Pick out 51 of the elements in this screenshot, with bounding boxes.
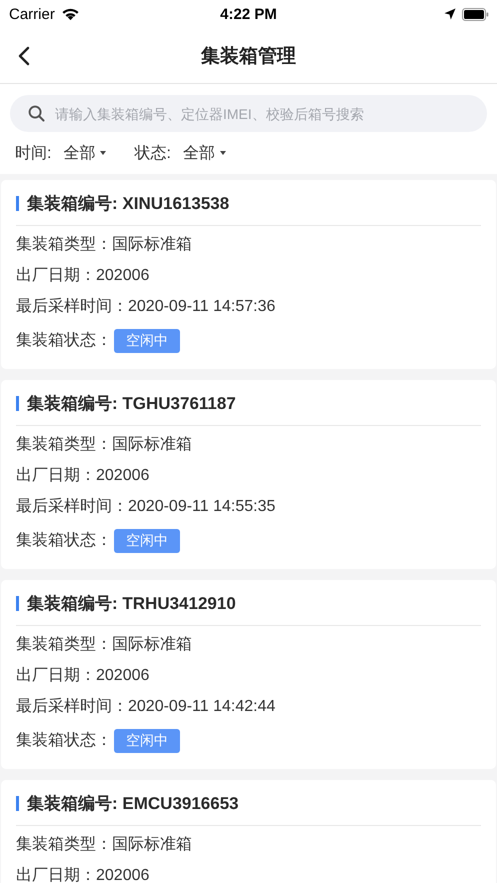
- accent-bar: [16, 196, 19, 211]
- field-value: 2020-09-11 14:55:35: [128, 498, 276, 516]
- field-label: 集装箱状态：: [16, 530, 112, 551]
- filter-dropdown[interactable]: 全部: [63, 142, 106, 164]
- field-value: 202006: [96, 666, 150, 684]
- filter-label: 状态:: [134, 144, 171, 164]
- clock-time: 4:22 PM: [219, 6, 278, 22]
- field-label: 集装箱类型：: [16, 234, 112, 255]
- field-label: 最后采样时间：: [16, 696, 128, 717]
- field-value: 202006: [96, 266, 150, 284]
- accent-bar: [16, 796, 19, 811]
- field-label: 出厂日期：: [16, 266, 96, 286]
- accent-bar: [16, 396, 19, 411]
- field-value: 202006: [96, 866, 150, 883]
- field-label: 出厂日期：: [16, 666, 96, 686]
- container-card[interactable]: 集装箱编号: XINU1613538 集装箱类型：国际标准箱 出厂日期：202006 最后采样时间：2020-09-11 14:57:36 集装箱状态： 空闲中: [1, 180, 496, 369]
- status-tag: 空闲中: [114, 328, 180, 352]
- field-value: 2020-09-11 14:42:44: [128, 698, 276, 716]
- field-label: 集装箱状态：: [16, 730, 112, 751]
- field-label: 出厂日期：: [16, 866, 96, 883]
- field-label: 出厂日期：: [16, 466, 96, 486]
- field-value: 国际标准箱: [112, 435, 192, 455]
- field-label: 集装箱类型：: [16, 634, 112, 655]
- search-field[interactable]: 请输入集装箱编号、定位器IMEI、校验后箱号搜索: [10, 95, 487, 132]
- filter-dropdown[interactable]: 全部: [182, 142, 226, 164]
- container-number: 集装箱编号: XINU1613538: [27, 193, 230, 215]
- field-value: 国际标准箱: [112, 235, 192, 255]
- accent-bar: [16, 596, 19, 611]
- field-value: 202006: [96, 466, 150, 484]
- field-label: 集装箱状态：: [16, 330, 112, 351]
- status-tag: 空闲中: [114, 728, 180, 752]
- carrier-name: Carrier: [9, 6, 55, 22]
- container-card[interactable]: 集装箱编号: TRHU3412910 集装箱类型：国际标准箱 出厂日期：202006 最后采样时间：2020-09-11 14:42:44 集装箱状态： 空闲中: [1, 580, 496, 769]
- status-tag: 空闲中: [114, 528, 180, 552]
- filter-label: 时间:: [15, 144, 52, 164]
- container-card[interactable]: 集装箱编号: EMCU3916653 集装箱类型：国际标准箱 出厂日期：202006: [1, 780, 496, 883]
- wifi-icon: [60, 7, 80, 21]
- container-card[interactable]: 集装箱编号: TGHU3761187 集装箱类型：国际标准箱 出厂日期：202006 最后采样时间：2020-09-11 14:55:35 集装箱状态： 空闲中: [1, 380, 496, 569]
- field-value: 国际标准箱: [112, 835, 192, 855]
- field-label: 最后采样时间：: [16, 496, 128, 517]
- location-arrow-icon: [444, 8, 456, 20]
- field-value: 2020-09-11 14:57:36: [128, 298, 276, 316]
- page-title: 集装箱管理: [201, 44, 296, 68]
- container-number: 集装箱编号: TRHU3412910: [27, 593, 236, 615]
- container-number: 集装箱编号: TGHU3761187: [27, 393, 236, 415]
- battery-icon: [462, 8, 489, 20]
- field-value: 国际标准箱: [112, 635, 192, 655]
- field-label: 最后采样时间：: [16, 296, 128, 317]
- field-label: 集装箱类型：: [16, 834, 112, 855]
- field-label: 集装箱类型：: [16, 434, 112, 455]
- container-number: 集装箱编号: EMCU3916653: [27, 793, 239, 815]
